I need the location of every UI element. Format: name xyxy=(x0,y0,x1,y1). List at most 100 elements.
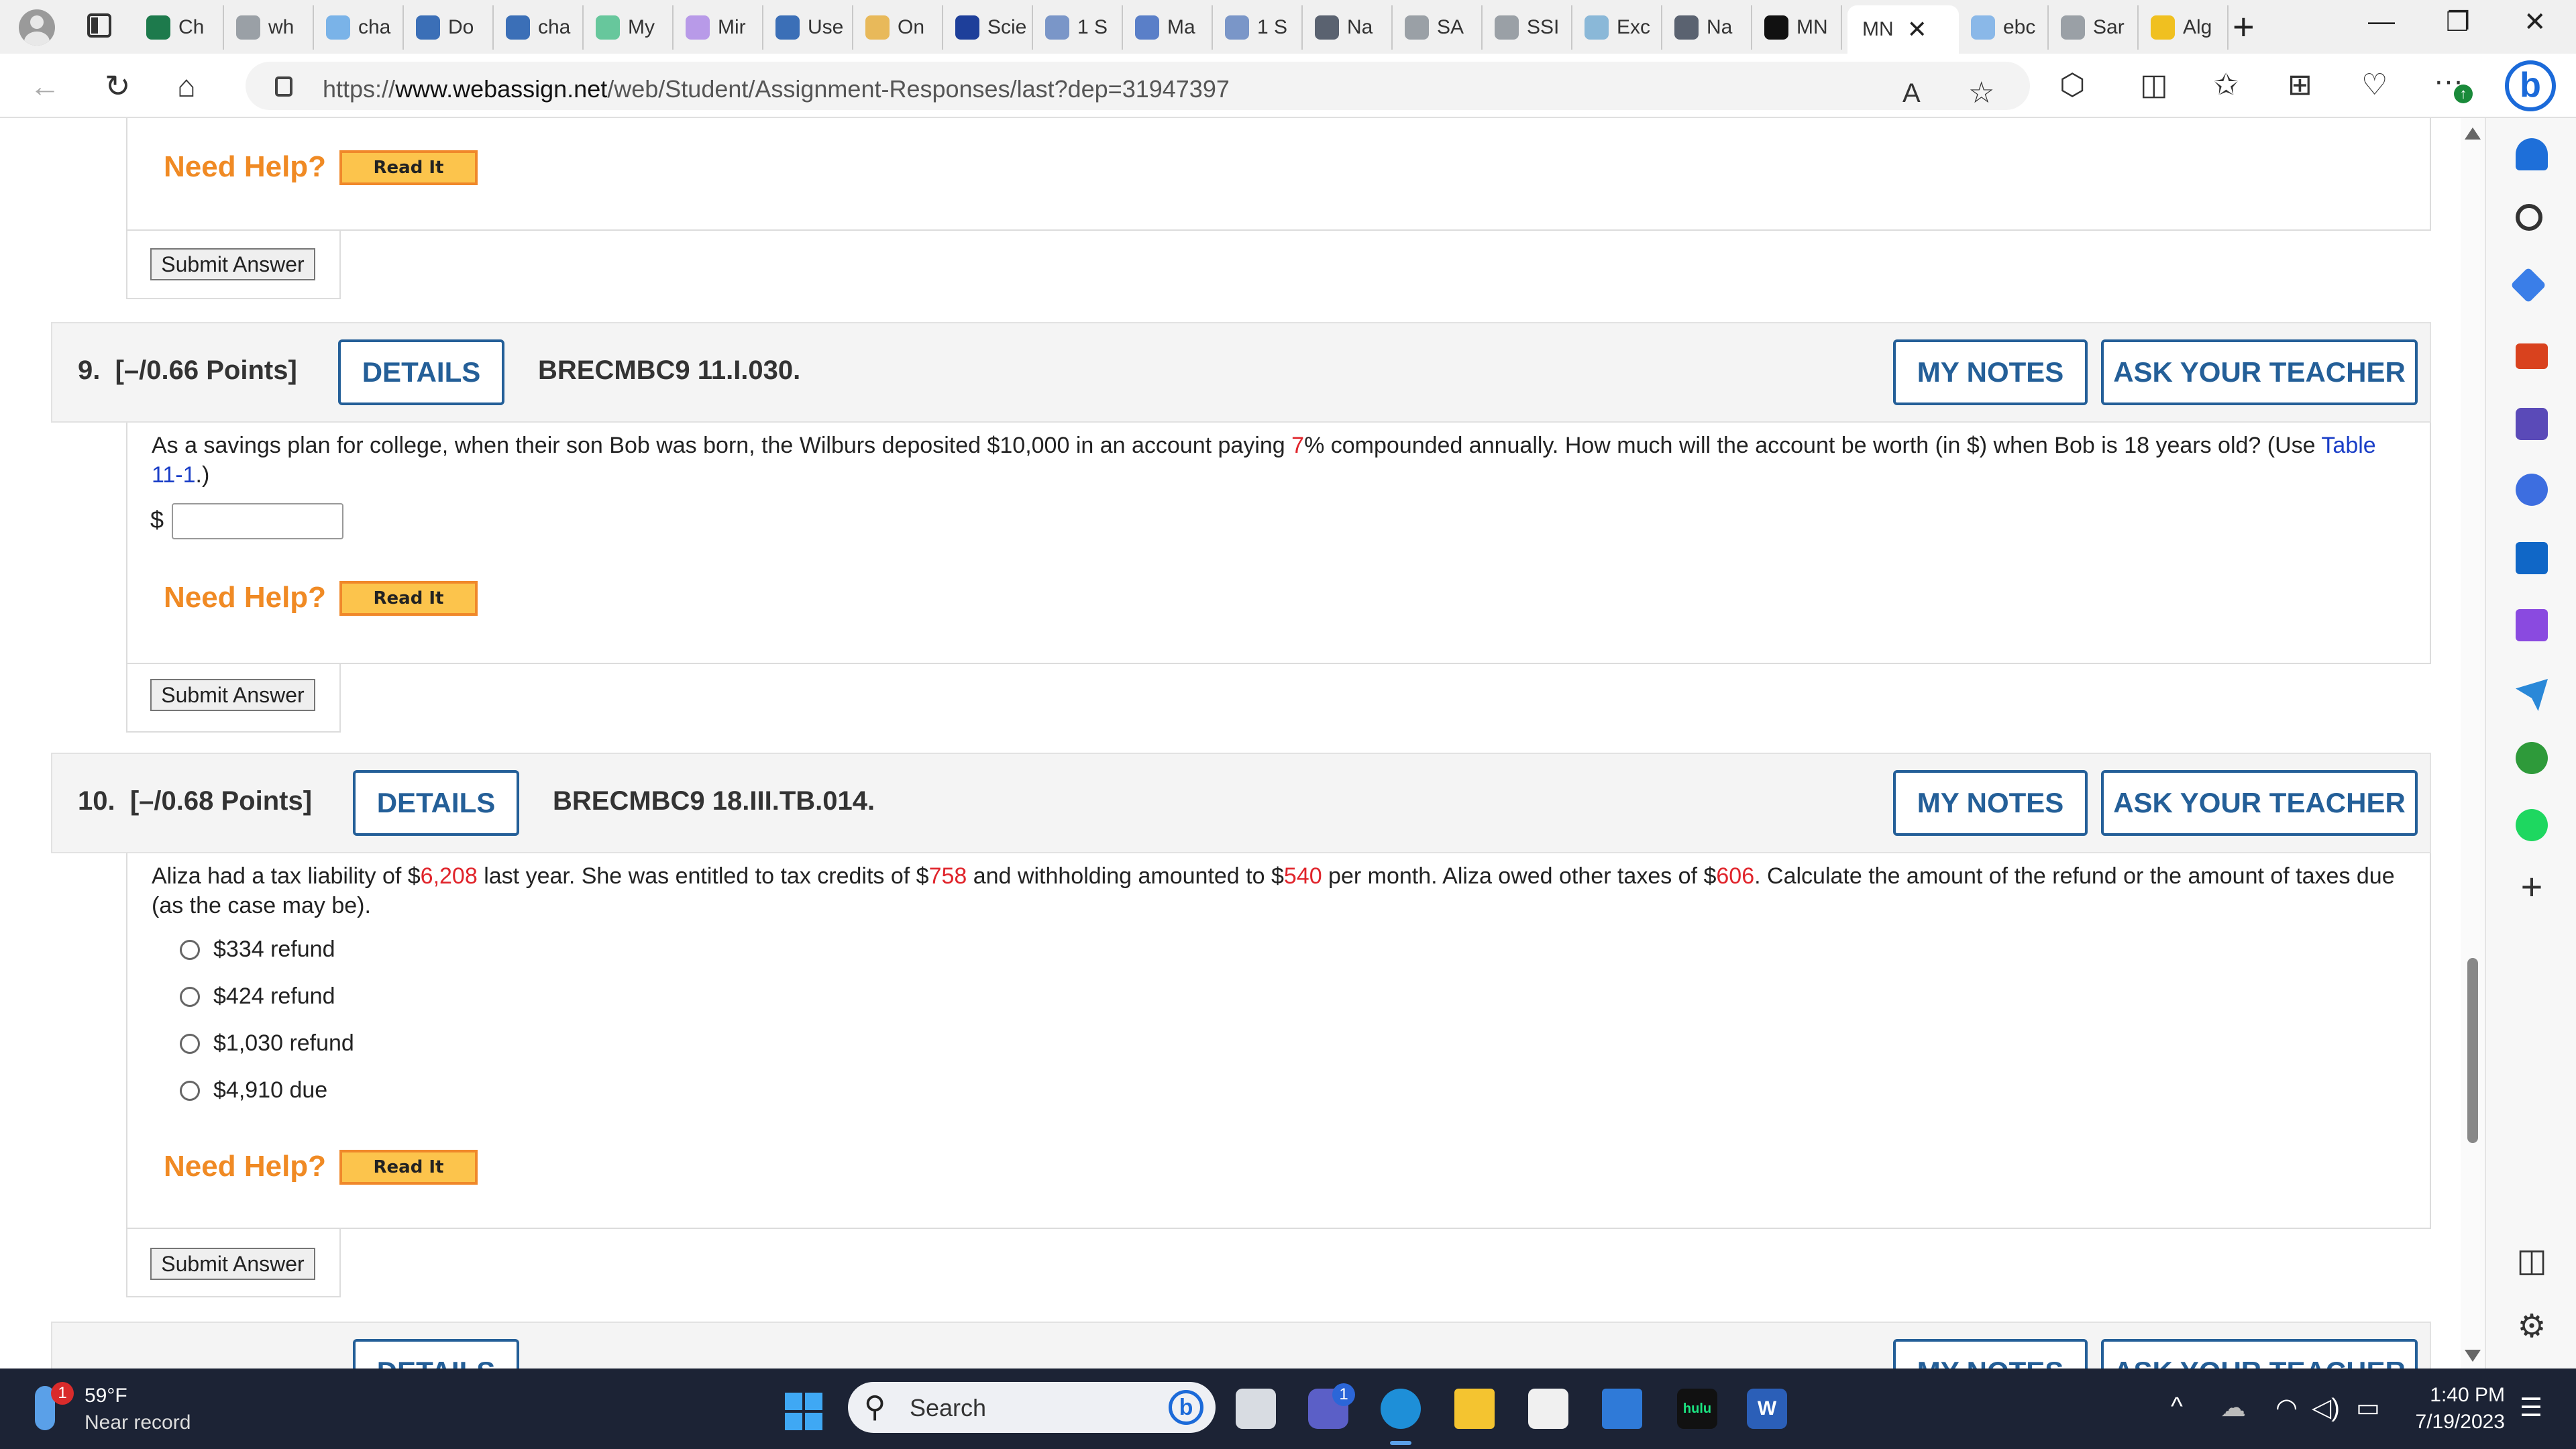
games-icon[interactable] xyxy=(2516,408,2548,440)
browser-tab[interactable]: On xyxy=(859,5,943,50)
profile-avatar[interactable] xyxy=(19,9,55,46)
notifications-icon[interactable]: ☰ xyxy=(2520,1393,2542,1423)
browser-tab[interactable]: My xyxy=(589,5,674,50)
office-icon[interactable] xyxy=(2516,474,2548,506)
send-icon[interactable] xyxy=(2516,679,2548,711)
radio-button[interactable] xyxy=(180,939,200,960)
performance-icon[interactable]: ♡ xyxy=(2361,68,2387,102)
read-it-button[interactable]: Read It xyxy=(339,1150,478,1185)
tree-icon[interactable] xyxy=(2516,742,2548,774)
browser-tab[interactable]: cha xyxy=(499,5,584,50)
word-icon[interactable]: W xyxy=(1747,1389,1787,1429)
collections-icon[interactable]: ⊞ xyxy=(2288,68,2312,102)
radio-button[interactable] xyxy=(180,1080,200,1101)
browser-tab[interactable]: MN ✕ xyxy=(1847,5,1959,54)
extensions-icon[interactable]: ⬡ xyxy=(2059,68,2085,102)
sidebar-settings-icon[interactable]: ⚙ xyxy=(2516,1311,2548,1343)
page-scrollbar[interactable] xyxy=(2461,118,2485,1368)
radio-button[interactable] xyxy=(180,1033,200,1054)
browser-tab[interactable]: Alg xyxy=(2144,5,2229,50)
browser-tab[interactable]: Na xyxy=(1668,5,1752,50)
browser-tab[interactable]: Do xyxy=(409,5,494,50)
toolbox-icon[interactable] xyxy=(2516,343,2548,369)
details-button[interactable]: DETAILS xyxy=(338,339,504,405)
close-tab-icon[interactable]: ✕ xyxy=(1907,15,1927,44)
add-sidebar-app-button[interactable]: + xyxy=(2516,868,2548,906)
browser-tab[interactable]: Use xyxy=(769,5,853,50)
close-window-button[interactable]: ✕ xyxy=(2524,7,2546,38)
browser-tab[interactable]: wh xyxy=(229,5,314,50)
my-notes-button[interactable]: MY NOTES xyxy=(1893,339,2088,405)
split-screen-icon[interactable]: ◫ xyxy=(2140,68,2168,102)
browser-tab[interactable]: Mir xyxy=(679,5,763,50)
browser-tab[interactable]: Exc xyxy=(1578,5,1662,50)
browser-tab[interactable]: ebc xyxy=(1964,5,2049,50)
browser-tab[interactable]: SSI xyxy=(1488,5,1572,50)
reload-button[interactable]: ↻ xyxy=(105,67,131,105)
scroll-thumb[interactable] xyxy=(2467,958,2478,1143)
browser-tab[interactable]: Na xyxy=(1308,5,1393,50)
battery-icon[interactable]: ▭ xyxy=(2356,1393,2380,1423)
onedrive-icon[interactable]: ☁ xyxy=(2220,1393,2246,1423)
windows-start-icon[interactable] xyxy=(785,1393,822,1430)
read-aloud-icon[interactable]: A xyxy=(1902,76,1921,110)
ask-your-teacher-button[interactable]: ASK YOUR TEACHER xyxy=(2101,770,2418,836)
browser-tab[interactable]: 1 S xyxy=(1218,5,1303,50)
favorites-icon[interactable]: ✩ xyxy=(2214,68,2239,102)
url-text[interactable]: https://www.webassign.net/web/Student/As… xyxy=(323,75,1230,103)
volume-icon[interactable]: ◁) xyxy=(2312,1393,2340,1423)
browser-tab[interactable]: cha xyxy=(319,5,404,50)
answer-input[interactable] xyxy=(172,503,343,539)
tag-icon[interactable] xyxy=(2510,267,2546,303)
restore-button[interactable]: ❐ xyxy=(2446,7,2470,38)
submit-answer-button[interactable]: Submit Answer xyxy=(150,1248,315,1280)
browser-tab[interactable]: Ch xyxy=(140,5,224,50)
tab-actions-icon[interactable] xyxy=(87,13,111,38)
radio-button[interactable] xyxy=(180,986,200,1007)
read-it-button[interactable]: Read It xyxy=(339,581,478,616)
bing-icon[interactable]: b xyxy=(1169,1390,1203,1425)
details-button[interactable]: DETAILS xyxy=(353,770,519,836)
browser-tab[interactable]: Ma xyxy=(1128,5,1213,50)
wifi-icon[interactable]: ◠ xyxy=(2275,1393,2298,1423)
taskbar-search[interactable]: ⚲ Search b xyxy=(848,1382,1216,1433)
scroll-up-icon[interactable] xyxy=(2465,127,2481,140)
answer-option[interactable]: $4,910 due xyxy=(180,1077,327,1104)
browser-tab[interactable]: 1 S xyxy=(1038,5,1123,50)
file-explorer-icon[interactable] xyxy=(1454,1389,1495,1429)
my-notes-button[interactable]: MY NOTES xyxy=(1893,770,2088,836)
ask-your-teacher-button[interactable]: ASK YOUR TEACHER xyxy=(2101,339,2418,405)
search-icon[interactable] xyxy=(2516,204,2542,231)
tray-chevron-icon[interactable]: ^ xyxy=(2171,1393,2183,1421)
submit-answer-button[interactable]: Submit Answer xyxy=(150,248,315,280)
submit-answer-button[interactable]: Submit Answer xyxy=(150,679,315,711)
read-it-button[interactable]: Read It xyxy=(339,150,478,185)
minimize-button[interactable]: — xyxy=(2368,7,2395,37)
answer-option[interactable]: $1,030 refund xyxy=(180,1030,354,1057)
outlook-icon[interactable] xyxy=(2516,542,2548,574)
answer-option[interactable]: $334 refund xyxy=(180,936,335,963)
scroll-down-icon[interactable] xyxy=(2465,1350,2481,1362)
edge-icon[interactable] xyxy=(1381,1389,1421,1429)
bing-chat-icon[interactable]: b xyxy=(2505,60,2556,111)
browser-tab[interactable]: MN xyxy=(1758,5,1842,50)
browser-tab[interactable]: Sar xyxy=(2054,5,2139,50)
mail-icon[interactable] xyxy=(1602,1389,1642,1429)
bell-icon[interactable] xyxy=(2516,138,2548,170)
details-button[interactable]: DETAILS xyxy=(353,1339,519,1368)
url-field[interactable]: https://www.webassign.net/web/Student/As… xyxy=(246,62,2030,110)
new-tab-button[interactable]: + xyxy=(2233,8,2255,46)
answer-option[interactable]: $424 refund xyxy=(180,983,335,1010)
back-button[interactable]: ← xyxy=(30,67,60,105)
panel-icon[interactable]: ◫ xyxy=(2516,1245,2548,1277)
my-notes-button[interactable]: MY NOTES xyxy=(1893,1339,2088,1368)
home-button[interactable]: ⌂ xyxy=(177,67,196,105)
store-icon[interactable] xyxy=(1528,1389,1568,1429)
browser-tab[interactable]: SA xyxy=(1398,5,1483,50)
task-view-icon[interactable] xyxy=(1236,1389,1276,1429)
favorite-star-icon[interactable]: ☆ xyxy=(1968,76,1994,110)
lock-icon[interactable] xyxy=(275,76,292,97)
spotify-icon[interactable] xyxy=(2516,809,2548,841)
ask-your-teacher-button[interactable]: ASK YOUR TEACHER xyxy=(2101,1339,2418,1368)
browser-tab[interactable]: Scie xyxy=(949,5,1033,50)
